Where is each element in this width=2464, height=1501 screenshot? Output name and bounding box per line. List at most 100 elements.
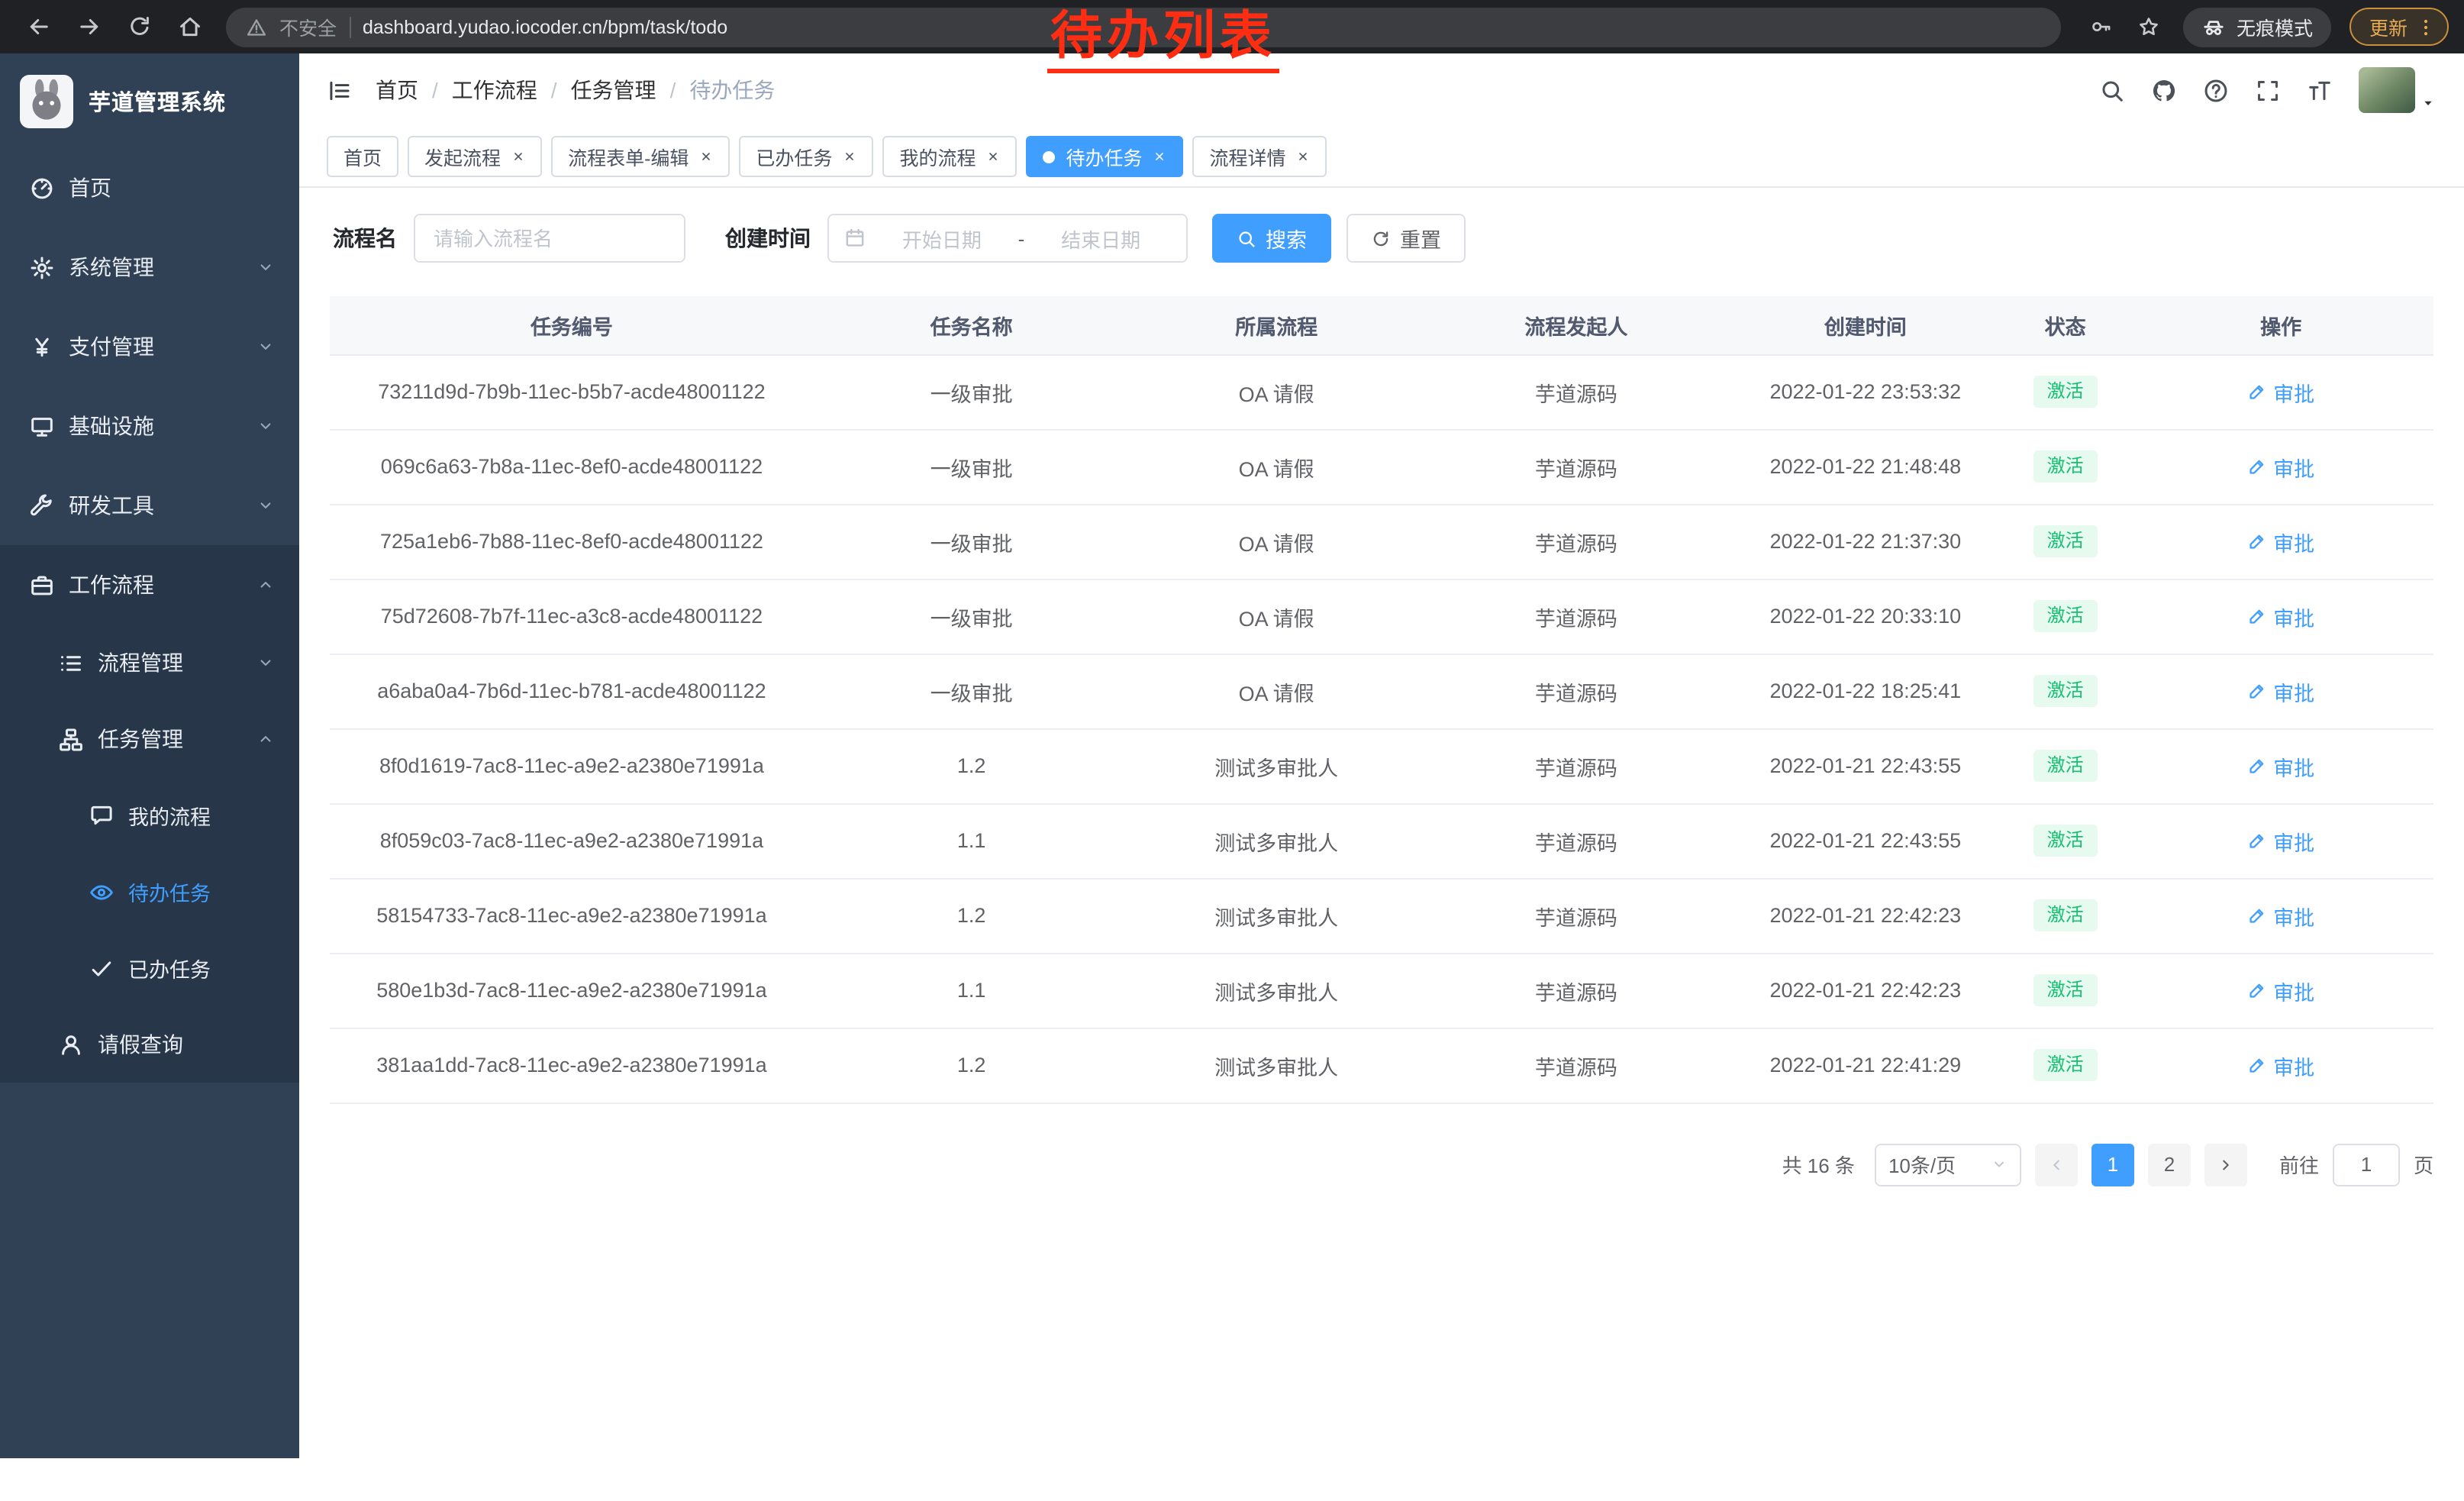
goto-page-input[interactable] (2333, 1143, 2400, 1186)
update-label: 更新 (2369, 12, 2408, 41)
tab-6[interactable]: 流程详情 (1193, 136, 1327, 177)
page-button-1[interactable]: 1 (2091, 1143, 2134, 1186)
table-header-row: 任务编号任务名称所属流程流程发起人创建时间状态操作 (330, 296, 2433, 354)
app-title: 芋道管理系统 (89, 85, 226, 117)
tab-close-icon[interactable] (986, 150, 1000, 163)
sidebar-item-1[interactable]: 系统管理 (0, 228, 299, 307)
font-size-icon[interactable] (2307, 77, 2333, 103)
screenshot-root: 不安全 dashboard.yudao.iocoder.cn/bpm/task/… (0, 0, 2464, 1501)
user-icon (58, 1031, 84, 1057)
tab-0[interactable]: 首页 (327, 136, 398, 177)
edit-icon (2247, 905, 2267, 925)
task-name: 1.2 (814, 728, 1129, 803)
approve-link[interactable]: 审批 (2247, 676, 2314, 706)
key-icon[interactable] (2090, 15, 2113, 38)
chev-up-icon (256, 576, 275, 594)
search-button[interactable]: 搜索 (1212, 214, 1331, 263)
sidebar-item-7[interactable]: 任务管理 (0, 701, 299, 777)
task-name: 一级审批 (814, 504, 1129, 579)
status-cell: 激活 (2002, 803, 2128, 878)
user-avatar[interactable] (2359, 67, 2437, 113)
prev-page-button[interactable] (2035, 1143, 2078, 1186)
sidebar-collapse-icon[interactable] (327, 77, 353, 103)
sidebar-item-6[interactable]: 流程管理 (0, 625, 299, 701)
page-size-select[interactable]: 10条/页 (1875, 1143, 2021, 1186)
tab-close-icon[interactable] (699, 150, 713, 163)
header-actions (2099, 67, 2437, 113)
browser-home-icon[interactable] (177, 14, 203, 40)
approve-link[interactable]: 审批 (2247, 900, 2314, 931)
approve-label: 审批 (2273, 376, 2314, 407)
sidebar-item-4[interactable]: 研发工具 (0, 466, 299, 545)
tab-4[interactable]: 我的流程 (882, 136, 1017, 177)
sidebar-item-5[interactable]: 工作流程 (0, 545, 299, 625)
bookmark-star-icon[interactable] (2137, 15, 2160, 38)
address-bar[interactable]: 不安全 dashboard.yudao.iocoder.cn/bpm/task/… (226, 7, 2061, 47)
table-row: 069c6a63-7b8a-11ec-8ef0-acde48001122一级审批… (330, 429, 2433, 504)
next-page-button[interactable] (2204, 1143, 2247, 1186)
date-range-picker[interactable]: 开始日期 - 结束日期 (827, 214, 1188, 263)
approve-link[interactable]: 审批 (2247, 601, 2314, 631)
tab-3[interactable]: 已办任务 (739, 136, 873, 177)
browser-forward-icon[interactable] (76, 14, 102, 40)
task-id: 8f0d1619-7ac8-11ec-a9e2-a2380e71991a (330, 728, 814, 803)
tab-close-icon[interactable] (843, 150, 856, 163)
reset-button[interactable]: 重置 (1346, 214, 1466, 263)
approve-link[interactable]: 审批 (2247, 975, 2314, 1006)
list-icon (58, 650, 84, 676)
chev-down-icon (256, 496, 275, 515)
edit-icon (2247, 457, 2267, 476)
tab-5[interactable]: 待办任务 (1026, 136, 1183, 177)
update-button[interactable]: 更新 (2350, 8, 2449, 46)
tab-close-icon[interactable] (511, 150, 525, 163)
sidebar-item-3[interactable]: 基础设施 (0, 386, 299, 466)
page-button-2[interactable]: 2 (2148, 1143, 2191, 1186)
task-name: 1.1 (814, 953, 1129, 1028)
approve-label: 审批 (2273, 1050, 2314, 1080)
filter-bar: 流程名 创建时间 开始日期 - 结束日期 搜索 重置 (299, 188, 2464, 263)
approve-label: 审批 (2273, 526, 2314, 557)
github-icon[interactable] (2151, 77, 2177, 103)
action-cell: 审批 (2128, 878, 2433, 953)
approve-link[interactable]: 审批 (2247, 1050, 2314, 1080)
breadcrumb-item-1[interactable]: 工作流程 (452, 75, 537, 105)
create-time: 2022-01-21 22:42:23 (1729, 878, 2002, 953)
breadcrumb-item-2[interactable]: 任务管理 (571, 75, 656, 105)
approve-label: 审批 (2273, 750, 2314, 781)
process-starter: 芋道源码 (1424, 953, 1729, 1028)
process-name: 测试多审批人 (1129, 803, 1424, 878)
tab-close-icon[interactable] (1153, 150, 1167, 163)
search-button-label: 搜索 (1266, 223, 1307, 253)
approve-link[interactable]: 审批 (2247, 376, 2314, 407)
breadcrumb-item-3: 待办任务 (689, 75, 775, 105)
sidebar-item-0[interactable]: 首页 (0, 148, 299, 228)
browser-reload-icon[interactable] (127, 14, 153, 40)
sidebar-item-8[interactable]: 我的流程 (0, 777, 299, 854)
browser-menu-icon[interactable] (2415, 16, 2437, 37)
tab-1[interactable]: 发起流程 (408, 136, 542, 177)
sidebar-item-9[interactable]: 待办任务 (0, 854, 299, 930)
active-tab-dot (1043, 150, 1055, 163)
column-header-3: 流程发起人 (1424, 296, 1729, 354)
approve-link[interactable]: 审批 (2247, 750, 2314, 781)
sidebar-item-2[interactable]: 支付管理 (0, 307, 299, 386)
fullscreen-icon[interactable] (2255, 77, 2281, 103)
sidebar-item-11[interactable]: 请假查询 (0, 1006, 299, 1083)
check-icon (89, 955, 114, 981)
approve-link[interactable]: 审批 (2247, 825, 2314, 856)
tab-2[interactable]: 流程表单-编辑 (551, 136, 730, 177)
process-name-input[interactable] (414, 214, 685, 263)
browser-back-icon[interactable] (26, 14, 52, 40)
table-row: a6aba0a4-7b6d-11ec-b781-acde48001122一级审批… (330, 654, 2433, 728)
tab-close-icon[interactable] (1297, 150, 1311, 163)
action-cell: 审批 (2128, 1028, 2433, 1102)
start-date-placeholder: 开始日期 (872, 224, 1012, 253)
status-badge: 激活 (2033, 1049, 2098, 1081)
create-time: 2022-01-22 20:33:10 (1729, 579, 2002, 654)
help-icon[interactable] (2203, 77, 2229, 103)
approve-link[interactable]: 审批 (2247, 526, 2314, 557)
search-icon[interactable] (2099, 77, 2125, 103)
approve-link[interactable]: 审批 (2247, 451, 2314, 482)
breadcrumb-item-0[interactable]: 首页 (376, 75, 418, 105)
sidebar-item-10[interactable]: 已办任务 (0, 930, 299, 1006)
